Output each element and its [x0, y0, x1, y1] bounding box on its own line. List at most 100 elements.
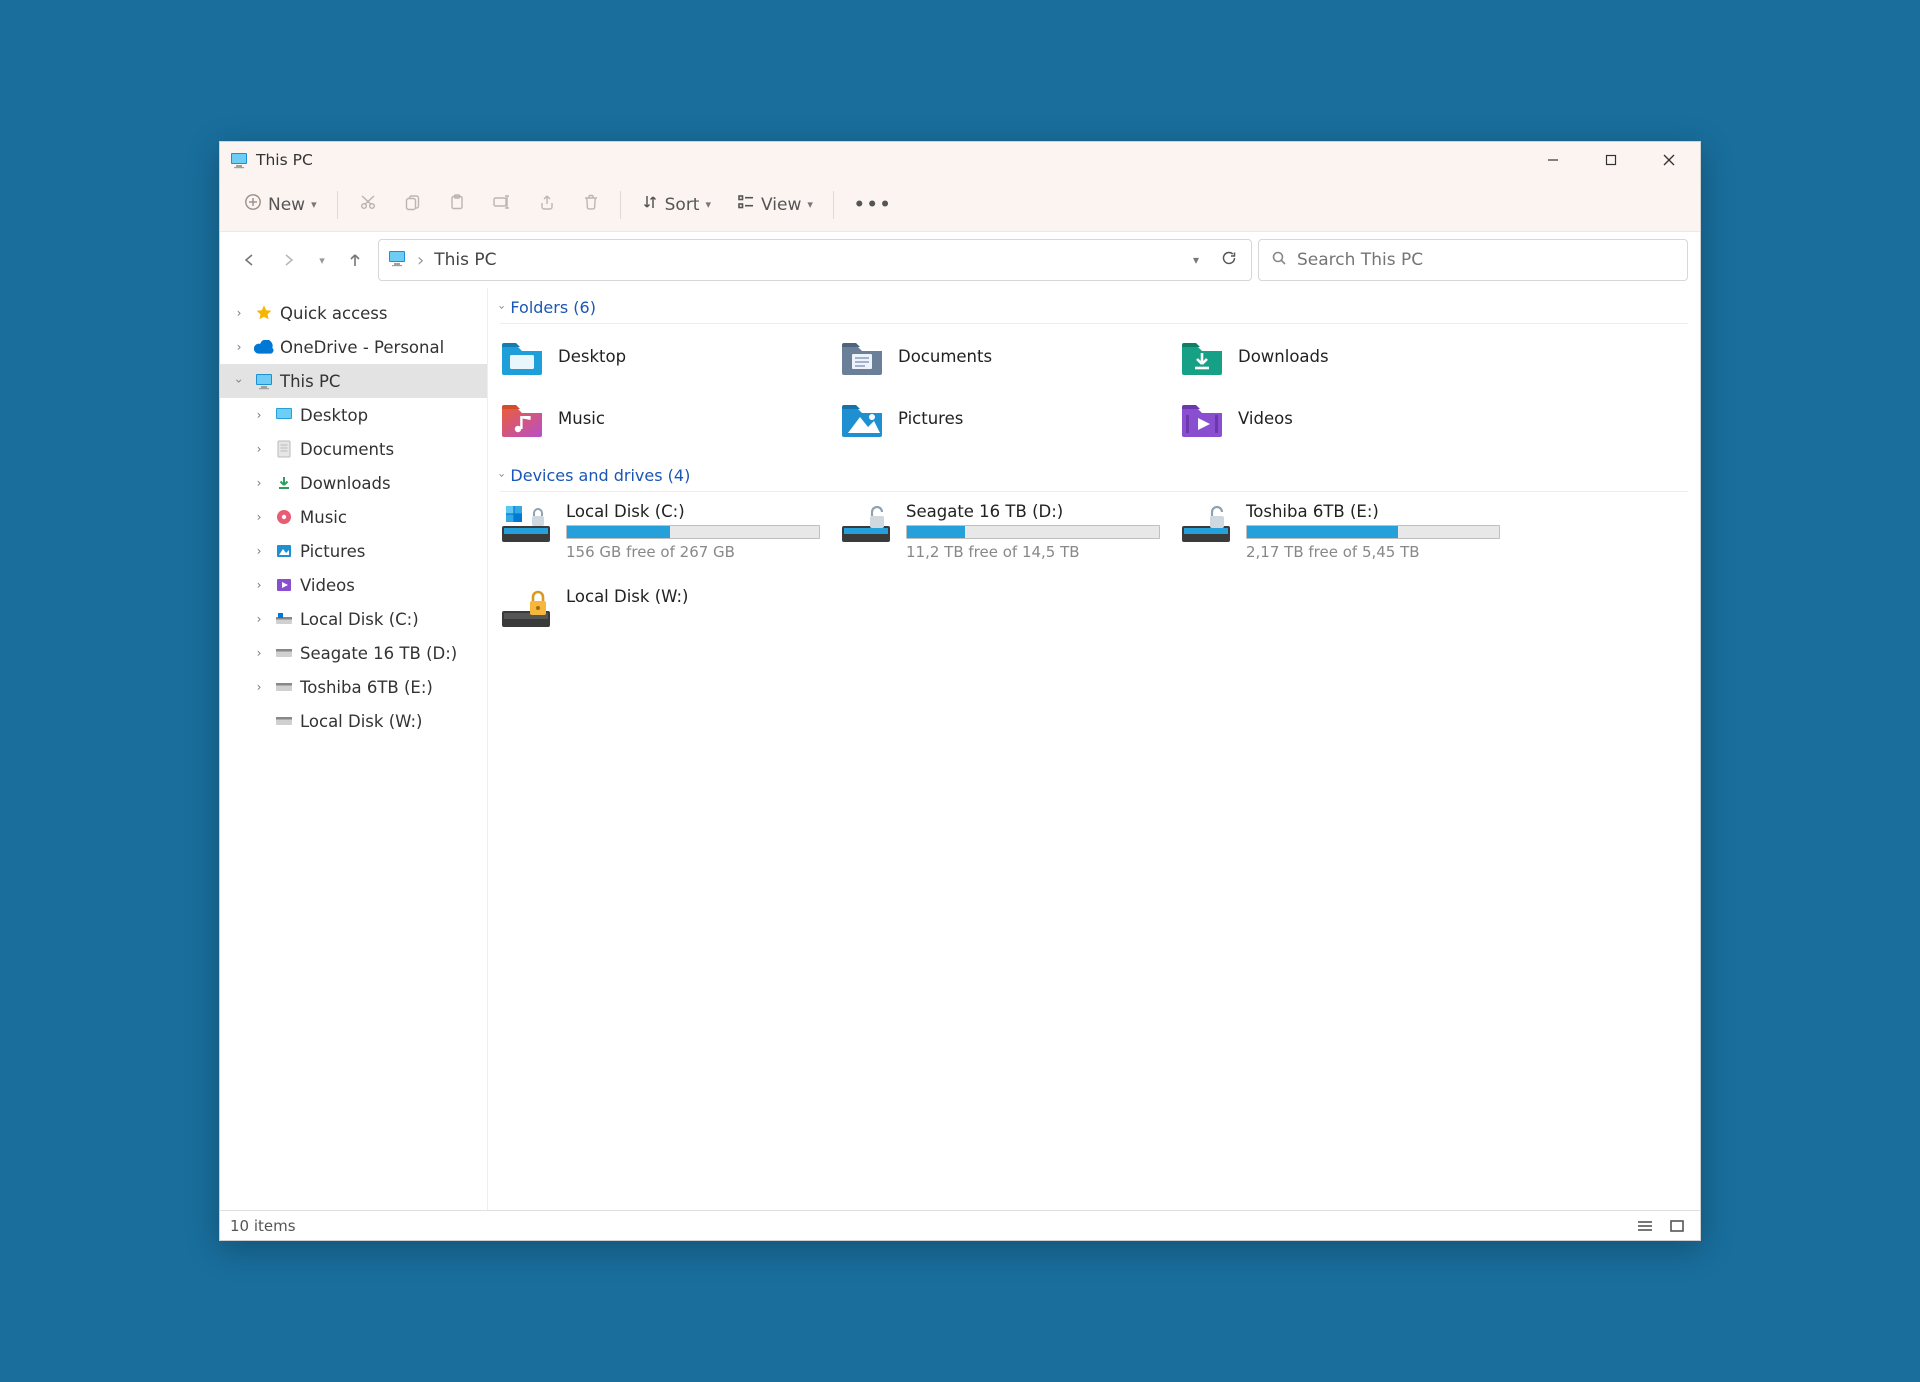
- downloads-icon: [274, 473, 294, 493]
- sidebar-item-quick-access[interactable]: › Quick access: [220, 296, 487, 330]
- group-header-folders[interactable]: › Folders (6): [500, 294, 1688, 324]
- cut-button[interactable]: [346, 185, 390, 225]
- large-icons-view-button[interactable]: [1664, 1216, 1690, 1236]
- sort-label: Sort: [665, 195, 700, 215]
- music-icon: [274, 507, 294, 527]
- more-button[interactable]: •••: [842, 185, 905, 225]
- drive-icon: [274, 609, 294, 629]
- group-header-drives[interactable]: › Devices and drives (4): [500, 462, 1688, 492]
- up-button[interactable]: [338, 243, 372, 277]
- chevron-right-icon[interactable]: ›: [230, 306, 248, 320]
- pictures-icon: [274, 541, 294, 561]
- folder-desktop[interactable]: Desktop: [500, 334, 820, 378]
- drive-local-w[interactable]: Local Disk (W:): [500, 587, 820, 629]
- search-input[interactable]: [1297, 250, 1675, 270]
- toolbar: New ▾ Sort ▾ View ▾ •••: [220, 178, 1700, 232]
- copy-icon: [404, 193, 422, 216]
- forward-button[interactable]: [272, 243, 306, 277]
- new-button[interactable]: New ▾: [232, 185, 329, 225]
- this-pc-icon: [230, 151, 248, 169]
- sidebar-item-documents[interactable]: › Documents: [220, 432, 487, 466]
- close-button[interactable]: [1640, 142, 1698, 178]
- sidebar-item-music[interactable]: › Music: [220, 500, 487, 534]
- documents-folder-icon: [840, 337, 884, 375]
- documents-icon: [274, 439, 294, 459]
- sidebar-item-pictures[interactable]: › Pictures: [220, 534, 487, 568]
- rename-button[interactable]: [480, 185, 524, 225]
- breadcrumb-location[interactable]: This PC: [434, 250, 496, 270]
- status-bar: 10 items: [220, 1210, 1700, 1240]
- sidebar-item-local-disk-w[interactable]: Local Disk (W:): [220, 704, 487, 738]
- view-button[interactable]: View ▾: [725, 185, 825, 225]
- paste-button[interactable]: [436, 185, 478, 225]
- sidebar-item-seagate-d[interactable]: › Seagate 16 TB (D:): [220, 636, 487, 670]
- star-icon: [254, 303, 274, 323]
- folder-downloads[interactable]: Downloads: [1180, 334, 1500, 378]
- minimize-button[interactable]: [1524, 142, 1582, 178]
- chevron-right-icon[interactable]: ›: [250, 476, 268, 490]
- view-icon: [737, 193, 755, 216]
- titlebar: This PC: [220, 142, 1700, 178]
- chevron-right-icon[interactable]: ›: [250, 408, 268, 422]
- chevron-down-icon[interactable]: ›: [232, 372, 246, 390]
- address-bar[interactable]: › This PC ▾: [378, 239, 1252, 281]
- chevron-right-icon[interactable]: ›: [230, 340, 248, 354]
- recent-dropdown[interactable]: ▾: [312, 243, 332, 277]
- drive-seagate-d[interactable]: Seagate 16 TB (D:) 11,2 TB free of 14,5 …: [840, 502, 1160, 561]
- drives-grid: Local Disk (C:) 156 GB free of 267 GB Se…: [500, 502, 1688, 629]
- content-pane: › Folders (6) Desktop Documents Download…: [488, 288, 1700, 1210]
- chevron-right-icon[interactable]: ›: [250, 578, 268, 592]
- sidebar-item-onedrive[interactable]: › OneDrive - Personal: [220, 330, 487, 364]
- details-view-button[interactable]: [1632, 1216, 1658, 1236]
- chevron-right-icon[interactable]: ›: [250, 510, 268, 524]
- rename-icon: [492, 193, 512, 216]
- search-box[interactable]: [1258, 239, 1688, 281]
- view-label: View: [761, 195, 801, 215]
- sidebar-item-toshiba-e[interactable]: › Toshiba 6TB (E:): [220, 670, 487, 704]
- folder-music[interactable]: Music: [500, 396, 820, 440]
- drive-toshiba-e[interactable]: Toshiba 6TB (E:) 2,17 TB free of 5,45 TB: [1180, 502, 1500, 561]
- copy-button[interactable]: [392, 185, 434, 225]
- pictures-folder-icon: [840, 399, 884, 437]
- sidebar-item-desktop[interactable]: › Desktop: [220, 398, 487, 432]
- desktop-folder-icon: [500, 337, 544, 375]
- chevron-right-icon[interactable]: ›: [250, 646, 268, 660]
- address-dropdown[interactable]: ▾: [1187, 253, 1205, 267]
- chevron-down-icon: ▾: [319, 254, 325, 267]
- this-pc-icon: [387, 248, 407, 273]
- back-button[interactable]: [232, 243, 266, 277]
- capacity-bar: [566, 525, 820, 539]
- folder-videos[interactable]: Videos: [1180, 396, 1500, 440]
- cloud-icon: [254, 337, 274, 357]
- downloads-folder-icon: [1180, 337, 1224, 375]
- chevron-right-icon[interactable]: ›: [250, 680, 268, 694]
- trash-icon: [582, 193, 600, 216]
- drive-local-c[interactable]: Local Disk (C:) 156 GB free of 267 GB: [500, 502, 820, 561]
- sidebar-item-this-pc[interactable]: › This PC: [220, 364, 487, 398]
- videos-folder-icon: [1180, 399, 1224, 437]
- sidebar-item-videos[interactable]: › Videos: [220, 568, 487, 602]
- capacity-bar: [906, 525, 1160, 539]
- delete-button[interactable]: [570, 185, 612, 225]
- window-title: This PC: [256, 151, 313, 169]
- search-icon: [1271, 250, 1287, 271]
- folder-pictures[interactable]: Pictures: [840, 396, 1160, 440]
- chevron-right-icon[interactable]: ›: [250, 612, 268, 626]
- chevron-right-icon[interactable]: ›: [250, 544, 268, 558]
- folder-documents[interactable]: Documents: [840, 334, 1160, 378]
- new-label: New: [268, 195, 305, 215]
- folders-grid: Desktop Documents Downloads Music Pictur…: [500, 334, 1688, 440]
- chevron-down-icon: ▾: [705, 198, 711, 211]
- chevron-right-icon[interactable]: ›: [250, 442, 268, 456]
- sidebar-item-downloads[interactable]: › Downloads: [220, 466, 487, 500]
- sidebar-item-local-disk-c[interactable]: › Local Disk (C:): [220, 602, 487, 636]
- maximize-button[interactable]: [1582, 142, 1640, 178]
- share-button[interactable]: [526, 185, 568, 225]
- explorer-window: This PC New ▾ Sort ▾ View ▾ •••: [219, 141, 1701, 1241]
- refresh-button[interactable]: [1215, 250, 1243, 271]
- chevron-down-icon: ›: [496, 473, 509, 477]
- chevron-down-icon: ▾: [807, 198, 813, 211]
- sort-button[interactable]: Sort ▾: [629, 185, 723, 225]
- this-pc-icon: [254, 371, 274, 391]
- capacity-bar: [1246, 525, 1500, 539]
